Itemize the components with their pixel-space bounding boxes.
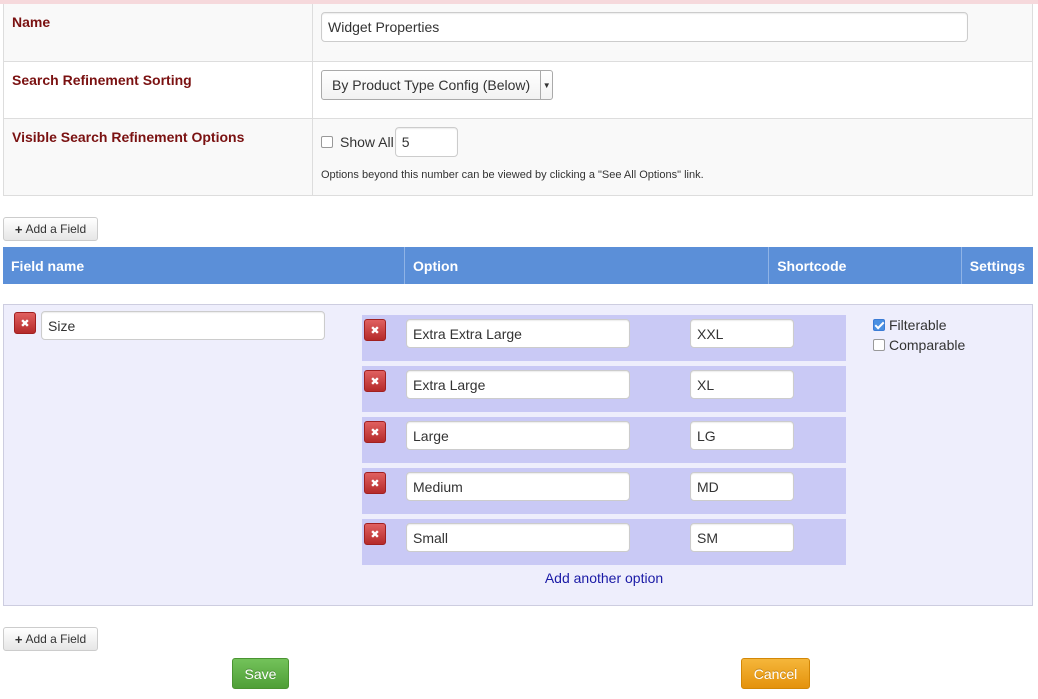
delete-option-button[interactable]: ✖ [364, 472, 386, 494]
header-field-name: Field name [3, 247, 406, 284]
comparable-checkbox[interactable] [873, 339, 885, 351]
filterable-label: Filterable [889, 317, 947, 333]
option-shortcode-input[interactable]: XL [690, 370, 794, 399]
chevron-down-icon: ▼ [540, 71, 552, 99]
field-name-input[interactable]: Size [41, 311, 325, 340]
properties-table: Name Widget Properties Search Refinement… [3, 4, 1033, 196]
option-label-input[interactable]: Large [406, 421, 630, 450]
name-input[interactable]: Widget Properties [321, 12, 968, 42]
options-list: ✖ Extra Extra Large XXL ✖ Extra Large XL… [362, 315, 846, 586]
header-option: Option [405, 247, 770, 284]
option-shortcode-input[interactable]: SM [690, 523, 794, 552]
sorting-label: Search Refinement Sorting [4, 62, 313, 118]
close-icon: ✖ [370, 375, 380, 388]
close-icon: ✖ [370, 426, 380, 439]
show-all-checkbox[interactable] [321, 136, 333, 148]
option-row: ✖ Extra Large XL [362, 366, 846, 412]
visible-options-label: Visible Search Refinement Options [4, 119, 313, 195]
visible-options-help: Options beyond this number can be viewed… [321, 169, 704, 181]
option-row: ✖ Medium MD [362, 468, 846, 514]
option-label-input[interactable]: Small [406, 523, 630, 552]
cancel-button[interactable]: Cancel [741, 658, 810, 689]
plus-icon: + [14, 221, 23, 237]
save-button[interactable]: Save [232, 658, 289, 689]
close-icon: ✖ [370, 477, 380, 490]
delete-field-button[interactable]: ✖ [14, 312, 36, 334]
header-shortcode: Shortcode [769, 247, 962, 284]
add-another-option-link[interactable]: Add another option [362, 570, 846, 586]
delete-option-button[interactable]: ✖ [364, 370, 386, 392]
sorting-select-value: By Product Type Config (Below) [332, 77, 531, 93]
visible-options-row: Visible Search Refinement Options Show A… [4, 118, 1032, 195]
show-all-label: Show All [340, 134, 394, 150]
sorting-select[interactable]: By Product Type Config (Below) ▼ [321, 70, 554, 100]
option-row: ✖ Small SM [362, 519, 846, 565]
fields-table-header: Field name Option Shortcode Settings [3, 247, 1033, 284]
close-icon: ✖ [370, 324, 380, 337]
add-field-button-bottom[interactable]: + Add a Field [3, 627, 98, 651]
delete-option-button[interactable]: ✖ [364, 523, 386, 545]
option-label-input[interactable]: Extra Extra Large [406, 319, 630, 348]
delete-option-button[interactable]: ✖ [364, 421, 386, 443]
plus-icon: + [14, 631, 23, 647]
option-shortcode-input[interactable]: LG [690, 421, 794, 450]
option-row: ✖ Extra Extra Large XXL [362, 315, 846, 361]
option-shortcode-input[interactable]: XXL [690, 319, 794, 348]
delete-option-button[interactable]: ✖ [364, 319, 386, 341]
field-settings: Filterable Comparable [873, 315, 965, 355]
option-label-input[interactable]: Extra Large [406, 370, 630, 399]
comparable-label: Comparable [889, 337, 966, 353]
visible-count-input[interactable]: 5 [394, 127, 458, 157]
name-label: Name [4, 4, 313, 61]
sorting-row: Search Refinement Sorting By Product Typ… [4, 61, 1032, 118]
option-label-input[interactable]: Medium [406, 472, 630, 501]
header-settings: Settings [969, 257, 1025, 274]
close-icon: ✖ [20, 317, 30, 330]
close-icon: ✖ [370, 528, 380, 541]
name-row: Name Widget Properties [4, 4, 1032, 61]
filterable-checkbox[interactable] [873, 319, 885, 331]
option-shortcode-input[interactable]: MD [690, 472, 794, 501]
field-row-size: ✖ Size ✖ Extra Extra Large XXL ✖ Extra L… [3, 304, 1033, 606]
add-field-button-top[interactable]: + Add a Field [3, 217, 98, 241]
option-row: ✖ Large LG [362, 417, 846, 463]
